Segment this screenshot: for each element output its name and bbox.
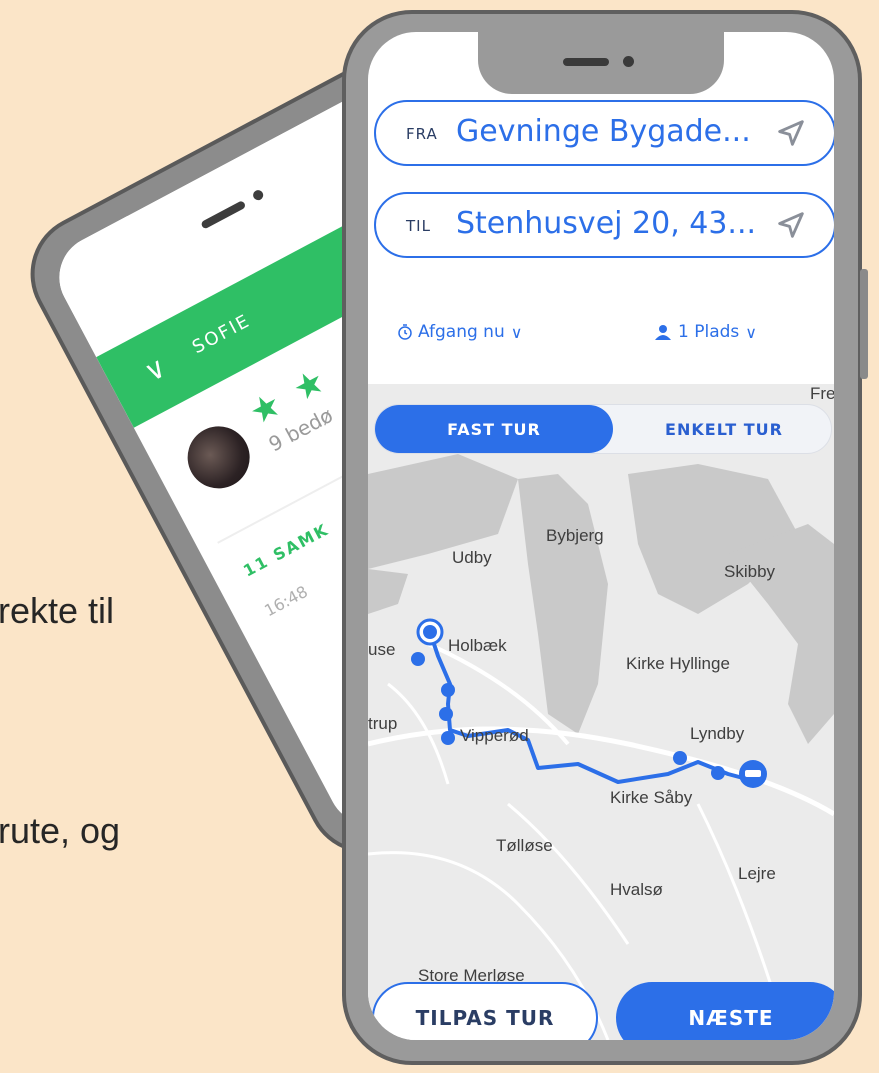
clock-icon	[398, 324, 412, 340]
notch	[478, 32, 724, 94]
map-label: trup	[368, 714, 398, 733]
map-label: Tølløse	[496, 836, 553, 855]
map-label: use	[368, 640, 396, 659]
map-canvas	[368, 454, 834, 1040]
map-label: Skibby	[724, 562, 776, 581]
to-field[interactable]: TIL Stenhusvej 20, 43...	[374, 192, 834, 258]
tab-enkelt-tur[interactable]: ENKELT TUR	[615, 405, 833, 453]
route-map[interactable]: Fre Bybjerg Udby Skibby use Holbæk Kirke…	[368, 384, 834, 1040]
map-label: Vipperød	[460, 726, 529, 745]
map-label: Lyndby	[690, 724, 745, 743]
trip-time: 16:48	[261, 581, 311, 621]
map-label: Udby	[452, 548, 492, 567]
app-screen: Fre Bybjerg Udby Skibby use Holbæk Kirke…	[368, 32, 834, 1040]
from-field[interactable]: FRA Gevninge Bygade...	[374, 100, 834, 166]
map-label: Hvalsø	[610, 880, 663, 899]
from-prefix: FRA	[406, 125, 438, 143]
avatar	[176, 415, 261, 500]
to-prefix: TIL	[406, 217, 431, 235]
trip-type-toggle: FAST TUR ENKELT TUR	[374, 404, 832, 454]
speaker	[563, 58, 609, 66]
to-value: Stenhusvej 20, 43...	[456, 206, 757, 241]
map-label: Kirke Såby	[610, 788, 693, 807]
chevron-down-icon: ∨	[745, 322, 757, 342]
next-button[interactable]: NÆSTE	[616, 982, 834, 1040]
caption-line-2: rute, og	[0, 810, 121, 851]
map-label: Bybjerg	[546, 526, 604, 545]
camera	[623, 56, 634, 67]
chevron-down-icon: ∨	[510, 322, 523, 342]
profile-name: SOFIE	[188, 310, 255, 359]
location-arrow-icon[interactable]	[774, 208, 808, 242]
caption-line-1: rekte til	[0, 590, 115, 631]
departure-select[interactable]: Afgang nu ∨	[398, 322, 522, 342]
departure-label: Afgang nu	[418, 322, 505, 342]
tab-fast-tur[interactable]: FAST TUR	[375, 405, 613, 453]
map-label: Fre	[810, 384, 834, 403]
map-label: Lejre	[738, 864, 776, 883]
person-icon	[655, 325, 671, 340]
front-phone: Fre Bybjerg Udby Skibby use Holbæk Kirke…	[342, 10, 868, 1065]
chevron-down-icon[interactable]: ∨	[138, 350, 172, 389]
customize-trip-button[interactable]: TILPAS TUR	[372, 982, 598, 1040]
seats-label: 1 Plads	[678, 322, 740, 342]
side-button	[860, 269, 868, 379]
map-label: Holbæk	[448, 636, 507, 655]
trips-count: 11 SAMK	[240, 519, 333, 581]
from-value: Gevninge Bygade...	[456, 114, 751, 149]
map-label: Kirke Hyllinge	[626, 654, 730, 673]
seats-select[interactable]: 1 Plads ∨	[654, 322, 757, 342]
location-arrow-icon[interactable]	[774, 116, 808, 150]
